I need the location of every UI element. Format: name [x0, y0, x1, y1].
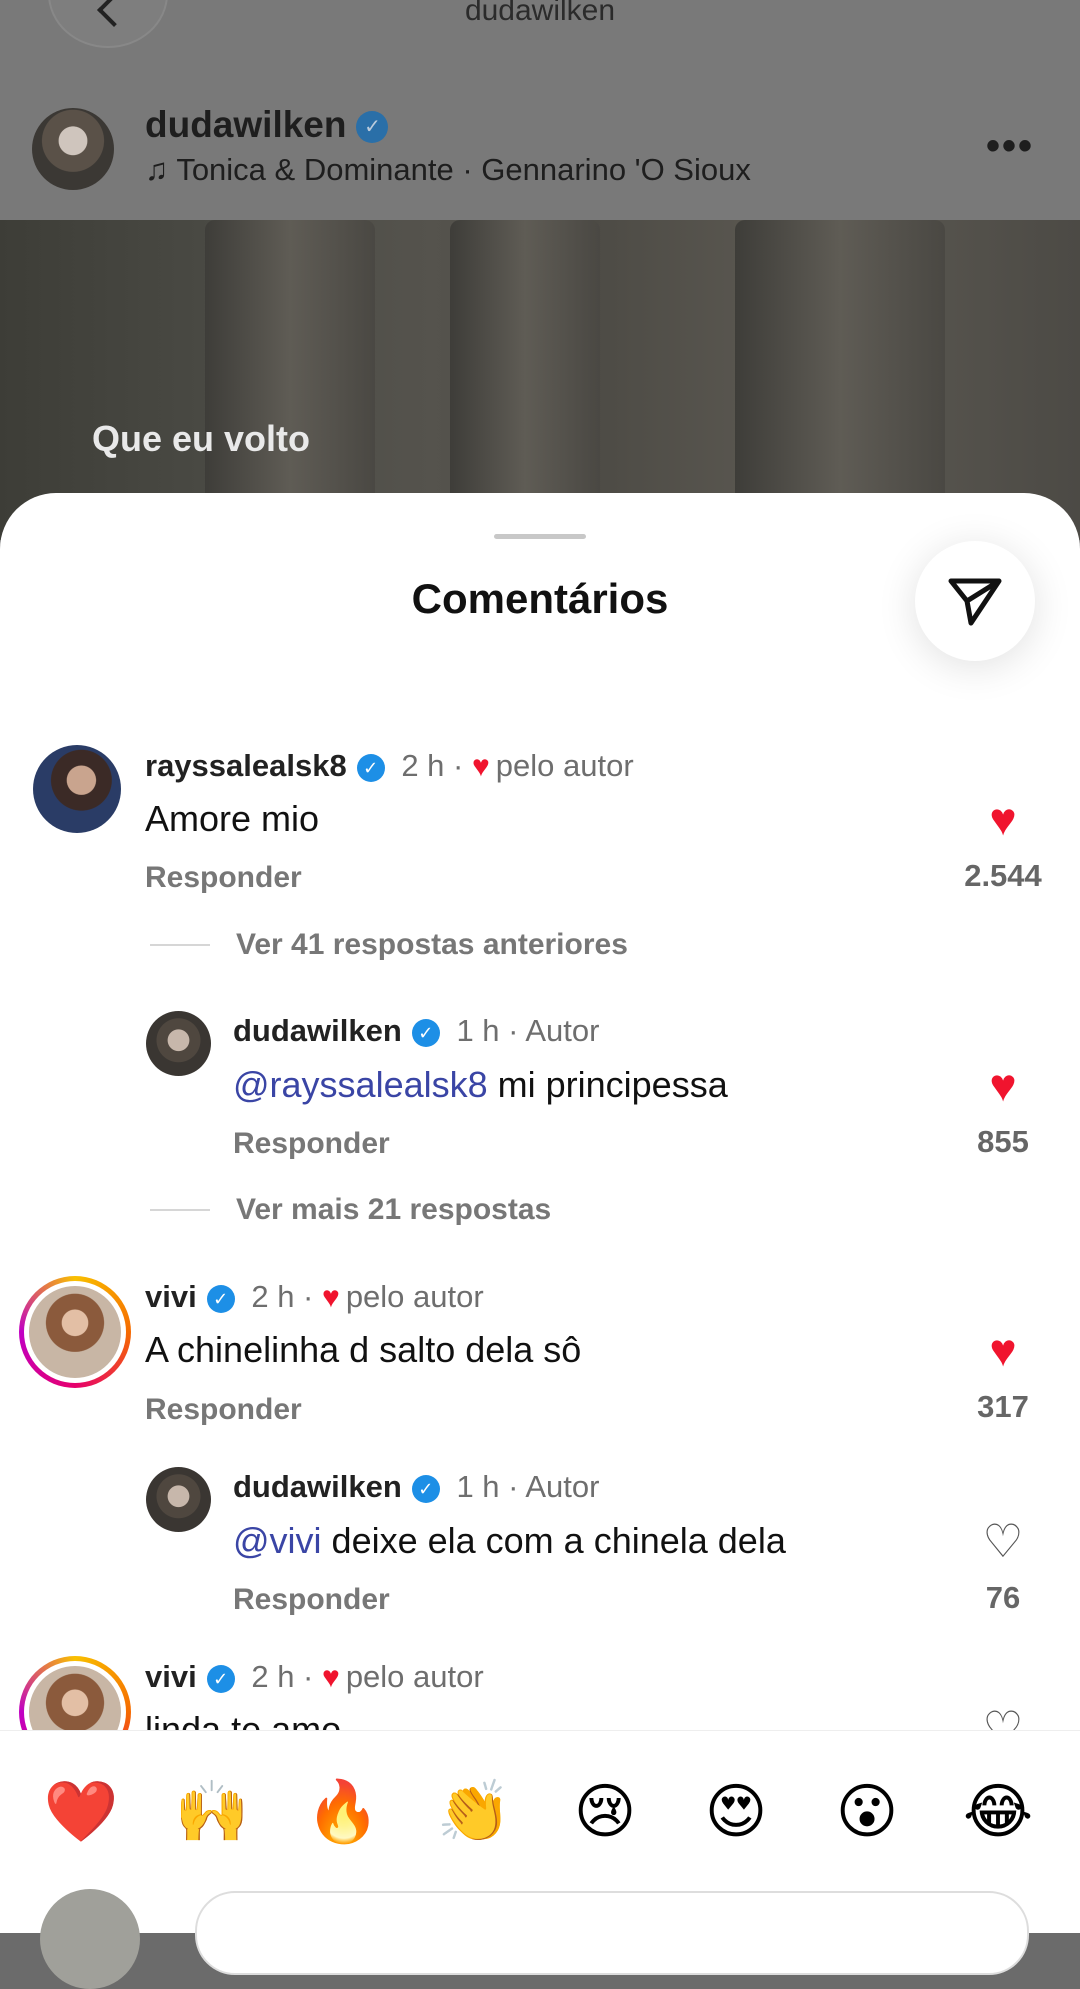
comment-time: 2 h · [251, 1659, 314, 1694]
reel-video[interactable]: Que eu volto [0, 220, 1080, 540]
heart-eyes-emoji-icon[interactable]: 😍 [696, 1777, 776, 1847]
surprised-face-emoji-icon[interactable]: 😮 [827, 1777, 907, 1847]
comment-username[interactable]: vivi [145, 1659, 197, 1694]
post-author-username[interactable]: dudawilken ✓ [145, 104, 389, 146]
music-title: Tonica & Dominante · Gennarino 'O Sioux [176, 152, 751, 187]
verified-badge-icon: ✓ [206, 1664, 235, 1693]
heart-outline-icon[interactable]: ♡ [943, 1705, 1063, 1730]
post-author-name[interactable]: dudawilken [145, 104, 346, 145]
verified-badge-icon: ✓ [356, 111, 389, 144]
clapping-hands-emoji-icon[interactable]: 👏 [434, 1777, 514, 1847]
comment-item: vivi ✓ 2 h · ♥ pelo autor linda te amo ♡ [0, 493, 1080, 1730]
top-username: dudawilken [464, 0, 616, 27]
like-control[interactable]: ♡ [943, 1705, 1063, 1730]
current-user-avatar [40, 1889, 140, 1989]
video-pillar [205, 220, 375, 540]
post-music[interactable]: ♫ Tonica & Dominante · Gennarino 'O Siou… [145, 152, 751, 188]
comment-header: vivi ✓ 2 h · ♥ pelo autor [145, 1659, 484, 1695]
comment-input[interactable] [195, 1891, 1029, 1975]
laughing-tears-emoji-icon[interactable]: 😂 [958, 1777, 1038, 1847]
post-author-avatar[interactable] [32, 108, 114, 190]
video-pillar [735, 220, 945, 540]
reel-header: dudawilken dudawilken ✓ ♫ Tonica & Domina… [0, 0, 1080, 220]
red-heart-emoji-icon[interactable]: ❤️ [41, 1777, 121, 1847]
video-pillar [450, 220, 600, 540]
crying-face-emoji-icon[interactable]: 😢 [565, 1777, 645, 1847]
reaction-bar: ❤️ 🙌 🔥 👏 😢 😍 😮 😂 [0, 1730, 1080, 1989]
fire-emoji-icon[interactable]: 🔥 [303, 1777, 383, 1847]
more-options-button[interactable]: ••• [986, 124, 1034, 169]
raising-hands-emoji-icon[interactable]: 🙌 [172, 1777, 252, 1847]
liked-by-author-heart-icon: ♥ [322, 1661, 340, 1694]
video-caption: Que eu volto [92, 418, 311, 459]
liked-by-author-label: pelo autor [345, 1659, 484, 1694]
music-note-icon: ♫ [145, 152, 169, 187]
story-ring[interactable] [19, 1656, 131, 1730]
comment-text: linda te amo [145, 1709, 342, 1730]
comments-sheet: Comentários rayssalealsk8 ✓ 2 h · ♥ pelo a… [0, 493, 1080, 1933]
